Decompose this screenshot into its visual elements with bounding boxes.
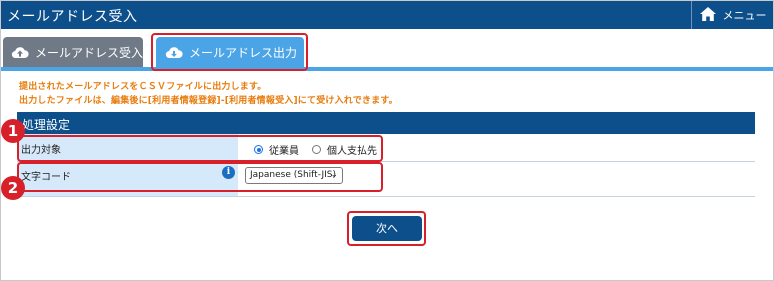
tab-mail-import[interactable]: メールアドレス受入 (3, 37, 143, 67)
radio-employee-dot[interactable] (254, 145, 263, 154)
menu-button[interactable]: メニュー (691, 1, 773, 29)
charset-value: Japanese (Shift-JIS) ⌄ (238, 162, 755, 196)
radio-individual-payee-label: 個人支払先 (327, 146, 377, 157)
output-target-row: 出力対象 従業員 個人支払先 (17, 134, 755, 162)
output-target-label: 出力対象 (17, 134, 238, 161)
charset-select-value: Japanese (Shift-JIS) (250, 170, 336, 180)
cloud-upload-icon (11, 45, 29, 59)
info-icon[interactable]: i (222, 166, 235, 179)
tab-mail-export-label: メールアドレス出力 (189, 45, 298, 60)
radio-employee-label: 従業員 (269, 146, 299, 157)
notice-line-1: 提出されたメールアドレスをＣＳＶファイルに出力します。 (19, 82, 267, 92)
charset-label-cell: 文字コード i (17, 162, 238, 196)
callout-badge-1: 1 (1, 119, 25, 143)
radio-individual-payee[interactable]: 個人支払先 (312, 142, 377, 157)
notice-line-2: 出力したファイルは、編集後に[利用者情報登録]-[利用者情報受入]にて受け入れで… (19, 96, 398, 106)
tab-bar: メールアドレス受入 メールアドレス出力 (1, 29, 773, 67)
callout-badge-2: 2 (1, 176, 25, 200)
output-target-value: 従業員 個人支払先 (238, 134, 755, 161)
settings-section-header: 処理設定 (17, 112, 755, 134)
tab-mail-import-label: メールアドレス受入 (35, 45, 144, 60)
chevron-down-icon: ⌄ (330, 170, 338, 180)
charset-row: 文字コード i Japanese (Shift-JIS) ⌄ (17, 162, 755, 197)
next-button[interactable]: 次へ (352, 216, 422, 241)
charset-label: 文字コード (21, 172, 71, 183)
cloud-download-icon (165, 45, 183, 59)
menu-label: メニュー (722, 9, 767, 22)
radio-employee[interactable]: 従業員 (254, 142, 299, 157)
title-bar: メールアドレス受入 メニュー (1, 1, 773, 29)
tab-underline (1, 67, 773, 71)
page-title: メールアドレス受入 (7, 9, 138, 25)
home-icon (699, 6, 717, 25)
charset-select[interactable]: Japanese (Shift-JIS) ⌄ (245, 167, 343, 184)
tab-mail-export[interactable]: メールアドレス出力 (156, 37, 304, 67)
radio-individual-payee-dot[interactable] (312, 145, 321, 154)
